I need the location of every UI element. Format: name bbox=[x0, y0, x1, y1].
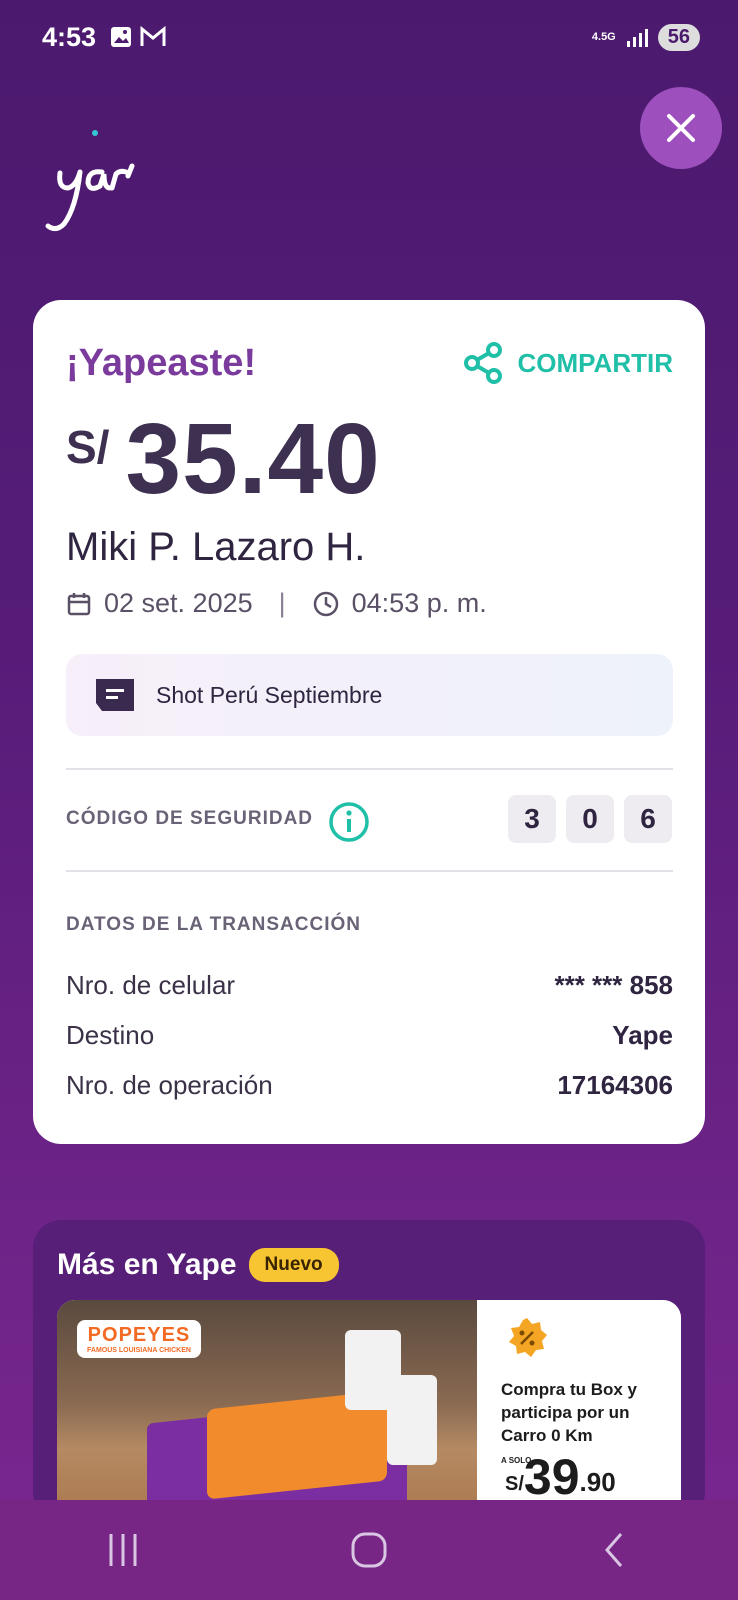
brand-logo: POPEYES FAMOUS LOUISIANA CHICKEN bbox=[77, 1320, 201, 1358]
row-key: Nro. de operación bbox=[66, 1070, 273, 1100]
status-right: 4.5G 56 bbox=[592, 24, 700, 51]
battery-level: 56 bbox=[657, 24, 700, 51]
promo-drink bbox=[387, 1375, 437, 1465]
payment-message-text: Shot Perú Septiembre bbox=[156, 681, 383, 708]
promo-card[interactable]: POPEYES FAMOUS LOUISIANA CHICKEN Compra … bbox=[57, 1300, 681, 1520]
promo-image: POPEYES FAMOUS LOUISIANA CHICKEN bbox=[57, 1300, 477, 1520]
row-key: Nro. de celular bbox=[66, 970, 236, 1000]
clock-icon bbox=[313, 591, 338, 616]
signal-icon bbox=[626, 28, 648, 47]
gallery-icon bbox=[111, 27, 131, 47]
security-digit: 0 bbox=[566, 795, 614, 843]
close-button[interactable] bbox=[640, 87, 722, 169]
more-header: Más en Yape Nuevo bbox=[57, 1248, 339, 1282]
brand-name: POPEYES bbox=[87, 1324, 191, 1346]
recent-apps-icon[interactable] bbox=[103, 1530, 143, 1570]
transaction-row: Destino Yape bbox=[66, 1020, 673, 1051]
share-button[interactable]: COMPARTIR bbox=[463, 342, 673, 384]
info-icon[interactable] bbox=[327, 800, 371, 844]
calendar-icon bbox=[67, 592, 91, 615]
receipt-card: ¡Yapeaste! COMPARTIR S/ 35.40 Miki P. La… bbox=[33, 300, 705, 1144]
promo-price: S/ 39 .90 bbox=[505, 1452, 616, 1502]
more-in-yape-section: Más en Yape Nuevo POPEYES FAMOUS LOUISIA… bbox=[33, 1220, 705, 1520]
new-badge: Nuevo bbox=[248, 1248, 339, 1282]
transaction-time: 04:53 p. m. bbox=[351, 588, 487, 618]
yape-logo bbox=[45, 130, 135, 232]
security-code: 3 0 6 bbox=[508, 795, 672, 843]
amount-currency: S/ bbox=[66, 421, 110, 473]
transaction-date: 02 set. 2025 bbox=[104, 588, 253, 618]
promo-description: Compra tu Box y participa por un Carro 0… bbox=[501, 1380, 638, 1445]
share-icon bbox=[464, 342, 503, 384]
security-digit: 3 bbox=[508, 795, 556, 843]
security-code-label: CÓDIGO DE SEGURIDAD bbox=[66, 808, 314, 829]
status-bar: 4:53 4.5G 56 bbox=[0, 0, 738, 76]
price-whole: 39 bbox=[523, 1449, 580, 1505]
divider bbox=[66, 870, 673, 872]
separator: | bbox=[278, 588, 286, 618]
back-icon[interactable] bbox=[595, 1530, 635, 1570]
security-digit: 6 bbox=[624, 795, 672, 843]
network-type: 4.5G bbox=[591, 31, 616, 43]
row-value: 17164306 bbox=[557, 1070, 673, 1100]
row-key: Destino bbox=[66, 1020, 155, 1050]
amount: S/ 35.40 bbox=[66, 402, 381, 517]
transaction-data-label: DATOS DE LA TRANSACCIÓN bbox=[66, 914, 361, 935]
payment-message: Shot Perú Septiembre bbox=[66, 654, 673, 736]
row-value: Yape bbox=[612, 1020, 673, 1050]
promo-info: Compra tu Box y participa por un Carro 0… bbox=[477, 1300, 681, 1520]
receipt-title: ¡Yapeaste! bbox=[66, 342, 257, 384]
transaction-row: Nro. de operación 17164306 bbox=[66, 1070, 673, 1101]
close-icon bbox=[667, 114, 695, 142]
recipient-name: Miki P. Lazaro H. bbox=[66, 525, 366, 569]
home-icon[interactable] bbox=[349, 1530, 389, 1570]
gmail-icon bbox=[140, 26, 166, 46]
discount-icon bbox=[509, 1318, 547, 1357]
message-icon bbox=[96, 679, 134, 711]
status-time: 4:53 bbox=[42, 22, 97, 52]
brand-tagline: FAMOUS LOUISIANA CHICKEN bbox=[87, 1347, 191, 1354]
status-icons bbox=[110, 26, 166, 48]
transaction-datetime: 02 set. 2025 | 04:53 p. m. bbox=[66, 588, 487, 619]
row-value: *** *** 858 bbox=[554, 970, 673, 1000]
transaction-row: Nro. de celular *** *** 858 bbox=[66, 970, 673, 1001]
amount-value: 35.40 bbox=[125, 403, 381, 515]
divider bbox=[66, 768, 673, 770]
price-currency: S/ bbox=[505, 1473, 524, 1495]
system-navbar bbox=[0, 1500, 738, 1600]
more-title: Más en Yape bbox=[57, 1248, 237, 1281]
share-label: COMPARTIR bbox=[517, 347, 673, 378]
price-decimal: .90 bbox=[579, 1467, 616, 1497]
